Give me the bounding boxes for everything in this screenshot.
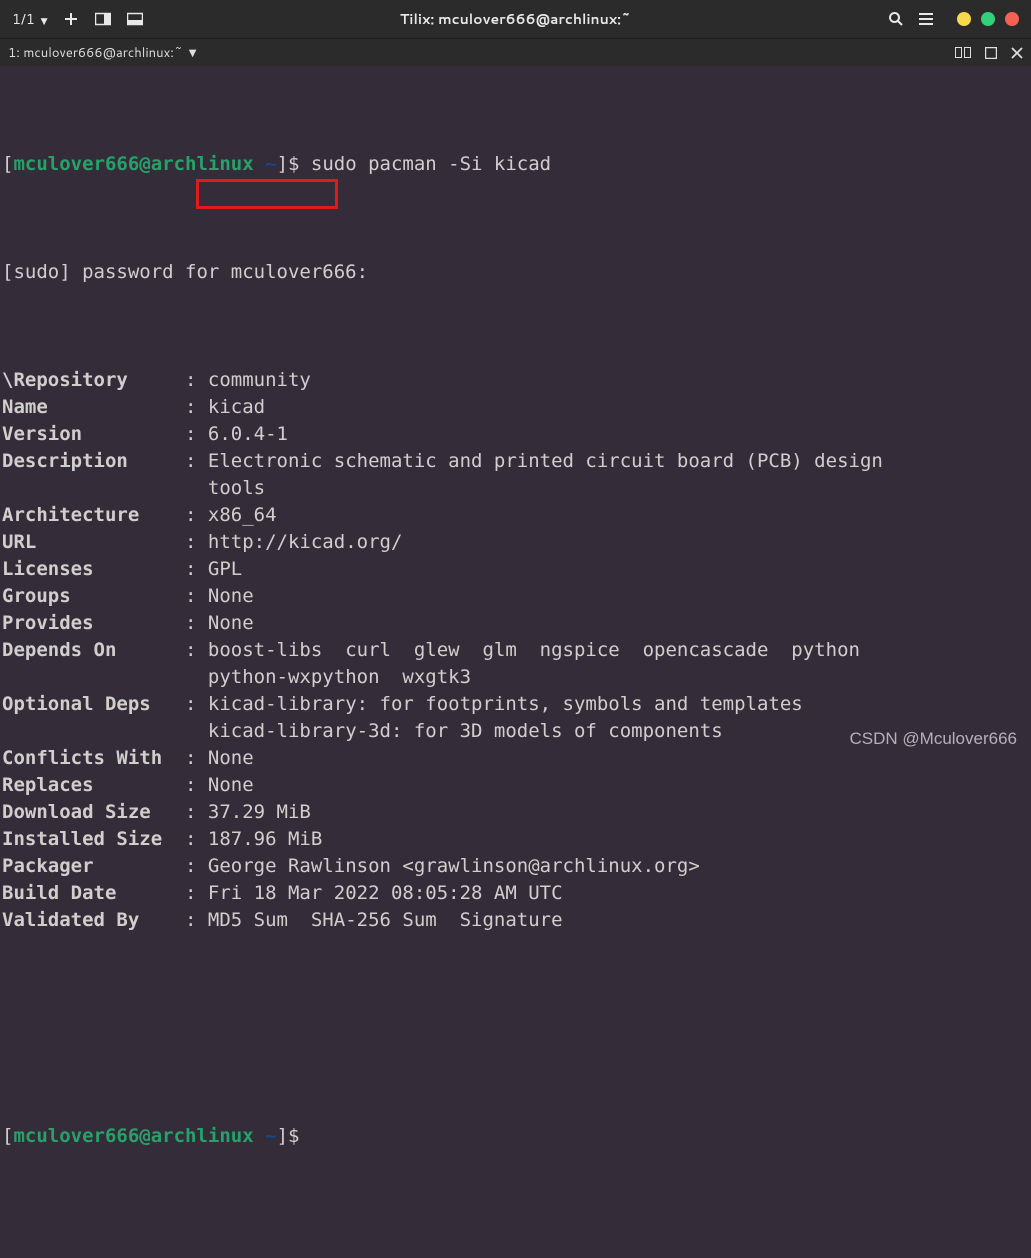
pkg-field-label: Groups	[2, 585, 185, 607]
hamburger-icon[interactable]	[917, 10, 935, 28]
pkg-field-value: MD5 Sum SHA-256 Sum Signature	[208, 909, 563, 931]
pkg-field-row: Download Size : 37.29 MiB	[0, 799, 1031, 826]
pkg-field-value: http://kicad.org/	[208, 531, 402, 553]
pkg-field-label: Name	[2, 396, 185, 418]
pkg-field-row: Replaces : None	[0, 772, 1031, 799]
terminal[interactable]: [mculover666@archlinux ~]$ sudo pacman -…	[0, 66, 1031, 1258]
pkg-field-row: Provides : None	[0, 610, 1031, 637]
pkg-field-label: Depends On	[2, 639, 185, 661]
close-button[interactable]	[1005, 12, 1019, 26]
titlebar: 1/1 ▼ Tilix: mculover666@archlinux:~	[0, 0, 1031, 38]
pkg-field-label	[2, 477, 185, 499]
watermark: CSDN @Mculover666	[850, 729, 1017, 749]
pkg-field-value: GPL	[208, 558, 242, 580]
pkg-field-label: Conflicts With	[2, 747, 185, 769]
prompt-line-2: [mculover666@archlinux ~]$	[0, 1123, 1031, 1150]
pkg-field-row: Depends On : boost-libs curl glew glm ng…	[0, 637, 1031, 664]
pkg-field-label: Installed Size	[2, 828, 185, 850]
pkg-field-value: George Rawlinson <grawlinson@archlinux.o…	[208, 855, 700, 877]
pkg-field-value: Fri 18 Mar 2022 08:05:28 AM UTC	[208, 882, 563, 904]
pane-counter[interactable]: 1/1 ▼	[12, 9, 48, 29]
pkg-field-value: boost-libs curl glew glm ngspice opencas…	[208, 639, 860, 661]
pkg-field-label: Download Size	[2, 801, 185, 823]
pkg-field-label: Description	[2, 450, 185, 472]
pkg-field-value: kicad-library: for footprints, symbols a…	[208, 693, 803, 715]
pkg-field-value: x86_64	[208, 504, 277, 526]
pkg-field-label: Optional Deps	[2, 693, 185, 715]
pkg-field-row: Architecture : x86_64	[0, 502, 1031, 529]
new-tab-icon[interactable]	[62, 10, 80, 28]
pkg-field-value: 37.29 MiB	[208, 801, 311, 823]
pkg-field-row: Installed Size : 187.96 MiB	[0, 826, 1031, 853]
prompt-cwd: ~	[265, 153, 276, 175]
maximize-pane-icon[interactable]	[985, 47, 997, 59]
pkg-field-value: None	[208, 747, 254, 769]
pkg-field-row: Licenses : GPL	[0, 556, 1031, 583]
pkg-field-value: kicad	[208, 396, 265, 418]
pkg-field-row: Validated By : MD5 Sum SHA-256 Sum Signa…	[0, 907, 1031, 934]
pkg-field-label: Validated By	[2, 909, 185, 931]
close-pane-icon[interactable]	[1011, 47, 1023, 59]
pkg-field-row: Groups : None	[0, 583, 1031, 610]
blank-line	[0, 1015, 1031, 1042]
chevron-down-icon[interactable]: ▼	[189, 46, 197, 60]
pkg-field-label	[2, 720, 185, 742]
search-icon[interactable]	[887, 10, 905, 28]
pkg-field-row: Version : 6.0.4-1	[0, 421, 1031, 448]
session-tabbar: 1: mculover666@archlinux:~ ▼	[0, 38, 1031, 66]
session-tab[interactable]: 1: mculover666@archlinux:~ ▼	[8, 44, 196, 62]
pkg-field-row: python-wxpython wxgtk3	[0, 664, 1031, 691]
readonly-icon[interactable]	[955, 47, 971, 59]
prompt-userhost: mculover666@archlinux	[13, 153, 253, 175]
pkg-field-value: None	[208, 774, 254, 796]
pkg-field-row: Optional Deps : kicad-library: for footp…	[0, 691, 1031, 718]
pkg-field-label: Packager	[2, 855, 185, 877]
pkg-field-label: URL	[2, 531, 185, 553]
pkg-field-label: Licenses	[2, 558, 185, 580]
pkg-field-row: URL : http://kicad.org/	[0, 529, 1031, 556]
pkg-field-value: kicad-library-3d: for 3D models of compo…	[208, 720, 723, 742]
pkg-field-label: \Repository	[2, 369, 185, 391]
window-title: Tilix: mculover666@archlinux:~	[144, 9, 888, 29]
pkg-field-value: None	[208, 612, 254, 634]
pkg-field-value: 6.0.4-1	[208, 423, 288, 445]
minimize-button[interactable]	[957, 12, 971, 26]
sudo-prompt: [sudo] password for mculover666:	[0, 259, 1031, 286]
split-down-icon[interactable]	[126, 10, 144, 28]
pkg-field-value: 187.96 MiB	[208, 828, 322, 850]
pkg-field-value: python-wxpython wxgtk3	[208, 666, 471, 688]
prompt-line: [mculover666@archlinux ~]$ sudo pacman -…	[0, 151, 1031, 178]
pkg-field-label	[2, 666, 185, 688]
pkg-field-row: Build Date : Fri 18 Mar 2022 08:05:28 AM…	[0, 880, 1031, 907]
pkg-field-row: \Repository : community	[0, 367, 1031, 394]
pkg-field-row: Name : kicad	[0, 394, 1031, 421]
pkg-field-value: Electronic schematic and printed circuit…	[208, 450, 883, 472]
command: sudo pacman -Si kicad	[311, 153, 551, 175]
pkg-field-row: Description : Electronic schematic and p…	[0, 448, 1031, 475]
pkg-field-value: None	[208, 585, 254, 607]
pkg-field-label: Replaces	[2, 774, 185, 796]
pkg-field-value: community	[208, 369, 311, 391]
version-highlight	[196, 179, 338, 209]
pkg-field-label: Build Date	[2, 882, 185, 904]
split-right-icon[interactable]	[94, 10, 112, 28]
pkg-field-label: Version	[2, 423, 185, 445]
pkg-field-row: Packager : George Rawlinson <grawlinson@…	[0, 853, 1031, 880]
pkg-field-label: Architecture	[2, 504, 185, 526]
pkg-field-row: Conflicts With : None	[0, 745, 1031, 772]
pkg-field-value: tools	[208, 477, 265, 499]
maximize-button[interactable]	[981, 12, 995, 26]
pkg-field-row: tools	[0, 475, 1031, 502]
pkg-field-label: Provides	[2, 612, 185, 634]
